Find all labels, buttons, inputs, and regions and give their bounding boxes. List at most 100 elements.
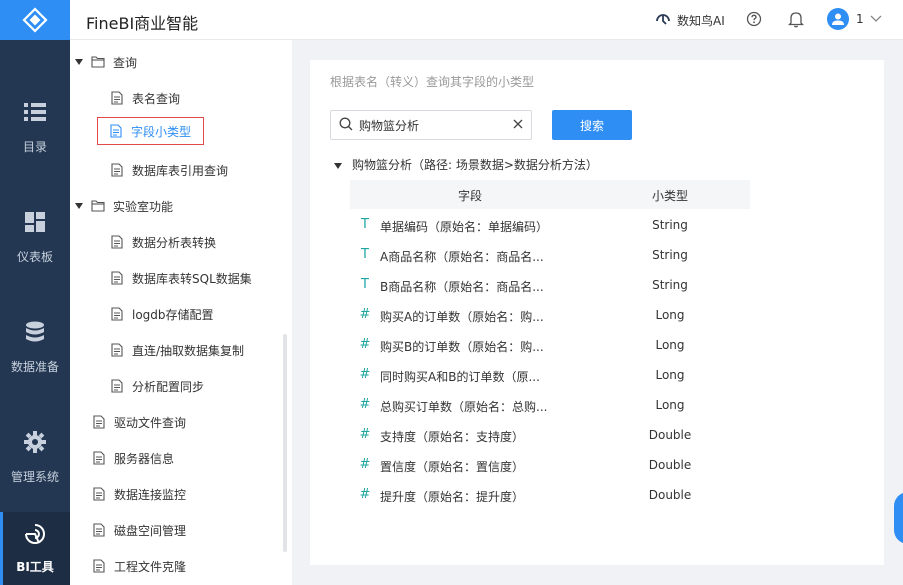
ai-bird-icon: [655, 11, 671, 30]
document-icon: [92, 523, 106, 537]
search-button[interactable]: 搜索: [552, 110, 632, 140]
help-icon[interactable]: [746, 11, 762, 30]
avatar: [827, 8, 849, 30]
tree-item-logdb-config[interactable]: logdb存储配置: [110, 304, 214, 324]
app-title: FineBI商业智能: [86, 14, 199, 33]
page-description: 根据表名（转义）查询其字段的小类型: [330, 75, 535, 89]
rail-item-label: 目录: [22, 139, 47, 154]
field-name: A商品名称（原始名：商品名...: [380, 250, 544, 264]
document-icon: [92, 415, 106, 429]
top-header: FineBI商业智能 数知鸟AI 1: [70, 0, 903, 40]
search-input[interactable]: 购物篮分析: [330, 110, 532, 140]
tree-item-label: 数据库表转SQL数据集: [132, 271, 252, 286]
folder-icon: [91, 199, 105, 213]
rail-item-label: 管理系统: [10, 469, 59, 484]
text-type-icon: T: [361, 277, 369, 292]
chevron-down-icon: [870, 12, 882, 26]
column-header-subtype: 小类型: [651, 189, 688, 203]
number-type-icon: #: [359, 487, 371, 502]
document-icon: [110, 271, 124, 285]
user-menu[interactable]: 1: [827, 8, 882, 30]
tree-item-field-subtype[interactable]: 字段小类型: [97, 117, 205, 145]
document-icon: [110, 307, 124, 321]
folder-icon: [91, 55, 105, 69]
number-type-icon: #: [359, 367, 371, 382]
table-row: # 置信度（原始名：置信度） Double: [350, 450, 750, 480]
floating-assistant-button[interactable]: [894, 492, 903, 544]
tree-folder-lab[interactable]: 实验室功能: [75, 196, 173, 216]
tree-scrollbar[interactable]: [283, 334, 287, 552]
document-icon: [109, 124, 123, 138]
rail-item-bi-tools[interactable]: BI工具: [0, 512, 70, 585]
table-row: # 购买A的订单数（原始名：购... Long: [350, 300, 750, 330]
field-subtype: String: [652, 248, 688, 262]
number-type-icon: #: [359, 337, 371, 352]
table-row: # 支持度（原始名：支持度） Double: [350, 420, 750, 450]
search-icon: [339, 117, 353, 134]
tree-item-connection-monitor[interactable]: 数据连接监控: [92, 484, 186, 504]
tree-item-disk-space[interactable]: 磁盘空间管理: [92, 520, 186, 540]
tree-item-label: 数据库表引用查询: [132, 163, 229, 178]
tree-item-table-name-query[interactable]: 表名查询: [110, 88, 180, 108]
search-value: 购物篮分析: [359, 118, 420, 133]
rail-item-label: 数据准备: [10, 359, 59, 374]
app-logo[interactable]: [0, 0, 70, 40]
rail-item-data-prep[interactable]: 数据准备: [0, 292, 70, 402]
field-name: B商品名称（原始名：商品名...: [380, 280, 544, 294]
tree-item-project-clone[interactable]: 工程文件克隆: [92, 556, 186, 576]
field-subtype: String: [652, 218, 688, 232]
tree-item-label: 数据分析表转换: [132, 235, 217, 250]
result-title: 购物篮分析（路径: 场景数据>数据分析方法）: [352, 158, 598, 172]
field-subtype: Double: [648, 488, 692, 502]
number-type-icon: #: [359, 397, 371, 412]
field-name: 提升度（原始名：提升度）: [380, 490, 525, 504]
rail-item-admin[interactable]: 管理系统: [0, 402, 70, 512]
document-icon: [110, 235, 124, 249]
list-icon: [23, 100, 47, 124]
field-name: 总购买订单数（原始名：总购...: [380, 400, 548, 414]
tree-item-dataset-copy[interactable]: 直连/抽取数据集复制: [110, 340, 244, 360]
document-icon: [110, 343, 124, 357]
result-node[interactable]: 购物篮分析（路径: 场景数据>数据分析方法）: [334, 156, 598, 173]
table-row: # 提升度（原始名：提升度） Double: [350, 480, 750, 510]
tree-item-config-sync[interactable]: 分析配置同步: [110, 376, 204, 396]
tree-item-label: 分析配置同步: [132, 379, 205, 394]
bell-icon[interactable]: [787, 10, 805, 31]
tree-item-db-table-ref-query[interactable]: 数据库表引用查询: [110, 160, 228, 180]
document-icon: [92, 559, 106, 573]
database-icon: [23, 320, 47, 344]
tree-folder-query[interactable]: 查询: [75, 52, 137, 72]
tree-item-label: 磁盘空间管理: [114, 523, 187, 538]
document-icon: [110, 163, 124, 177]
tool-tree: 查询 表名查询 字段小类型 数据库表引用查询 实验室功能 数据分析表转换 数据库…: [70, 40, 292, 585]
field-subtype: Long: [655, 308, 685, 322]
tree-item-label: 表名查询: [132, 91, 181, 106]
document-icon: [92, 451, 106, 465]
caret-down-icon: [334, 158, 342, 172]
rail-item-dashboard[interactable]: 仪表板: [0, 182, 70, 292]
tree-item-label: 查询: [113, 55, 138, 70]
tree-item-label: 实验室功能: [113, 199, 174, 214]
tree-item-server-info[interactable]: 服务器信息: [92, 448, 174, 468]
tree-item-label: logdb存储配置: [132, 307, 214, 322]
field-name: 购买B的订单数（原始名：购...: [380, 340, 544, 354]
tree-item-analysis-table-convert[interactable]: 数据分析表转换: [110, 232, 216, 252]
rail-item-catalog[interactable]: 目录: [0, 72, 70, 182]
field-name: 支持度（原始名：支持度）: [380, 430, 525, 444]
clear-icon[interactable]: [513, 118, 523, 132]
rail-item-label: 仪表板: [16, 249, 53, 264]
tree-item-driver-query[interactable]: 驱动文件查询: [92, 412, 186, 432]
tree-item-label: 工程文件克隆: [114, 559, 187, 574]
caret-down-icon: [75, 58, 83, 66]
text-type-icon: T: [361, 217, 369, 232]
user-name: 1: [856, 12, 864, 26]
field-subtype: Double: [648, 458, 692, 472]
left-rail: 目录 仪表板 数据准备 管理系统 BI工具: [0, 0, 70, 585]
field-subtype: Long: [655, 338, 685, 352]
tree-item-label: 字段小类型: [131, 124, 192, 139]
document-icon: [110, 379, 124, 393]
tree-item-db-to-sql[interactable]: 数据库表转SQL数据集: [110, 268, 252, 288]
ai-assistant-button[interactable]: 数知鸟AI: [655, 11, 725, 30]
field-name: 购买A的订单数（原始名：购...: [380, 310, 544, 324]
logo-icon: [22, 7, 48, 33]
